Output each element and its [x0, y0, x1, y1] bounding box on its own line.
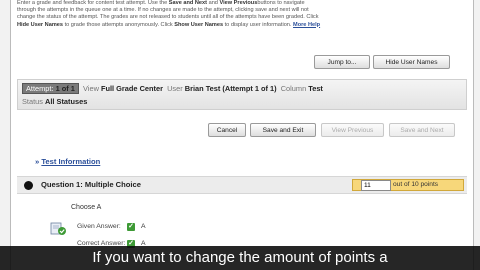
column-value: Test — [308, 84, 323, 93]
question-prompt: Choose A — [71, 204, 102, 211]
question-title: Question 1: Multiple Choice — [41, 180, 141, 189]
more-help-link[interactable]: More Help — [293, 22, 320, 28]
given-answer-value: A — [141, 223, 146, 230]
question-header: Question 1: Multiple Choice 11 out of 10… — [17, 176, 467, 194]
attempt-info-bar: Attempt: 1 of 1 View Full Grade Center U… — [17, 79, 467, 110]
status-value: All Statuses — [45, 97, 88, 106]
view-value: Full Grade Center — [100, 84, 163, 93]
cancel-button[interactable]: Cancel — [208, 123, 246, 137]
points-input[interactable]: 11 — [361, 180, 391, 191]
points-out-of-label: out of 10 points — [393, 181, 439, 188]
given-correct-check-icon: ✓ — [127, 223, 135, 231]
points-field-highlight: 11 out of 10 points — [352, 179, 464, 191]
grade-test-page: Enter a grade and feedback for content t… — [10, 0, 474, 270]
save-and-next-button[interactable]: Save and Next — [389, 123, 455, 137]
jump-to-button[interactable]: Jump to... — [314, 55, 370, 69]
instructions-text: Enter a grade and feedback for content t… — [17, 0, 321, 28]
view-previous-button[interactable]: View Previous — [321, 123, 384, 137]
hide-user-names-button[interactable]: Hide User Names — [373, 55, 450, 69]
save-and-exit-button[interactable]: Save and Exit — [250, 123, 316, 137]
video-caption: If you want to change the amount of poin… — [0, 246, 480, 270]
attempt-indicator: Attempt: 1 of 1 — [22, 83, 79, 94]
expand-arrow-icon: » — [35, 157, 40, 166]
test-information-toggle[interactable]: » Test Information — [35, 157, 100, 166]
user-value: Brian Test (Attempt 1 of 1) — [184, 84, 277, 93]
given-answer-label: Given Answer: — [77, 223, 121, 230]
graded-answer-icon — [50, 222, 66, 235]
question-bullet-icon — [24, 181, 33, 190]
test-information-link: Test Information — [41, 157, 101, 166]
